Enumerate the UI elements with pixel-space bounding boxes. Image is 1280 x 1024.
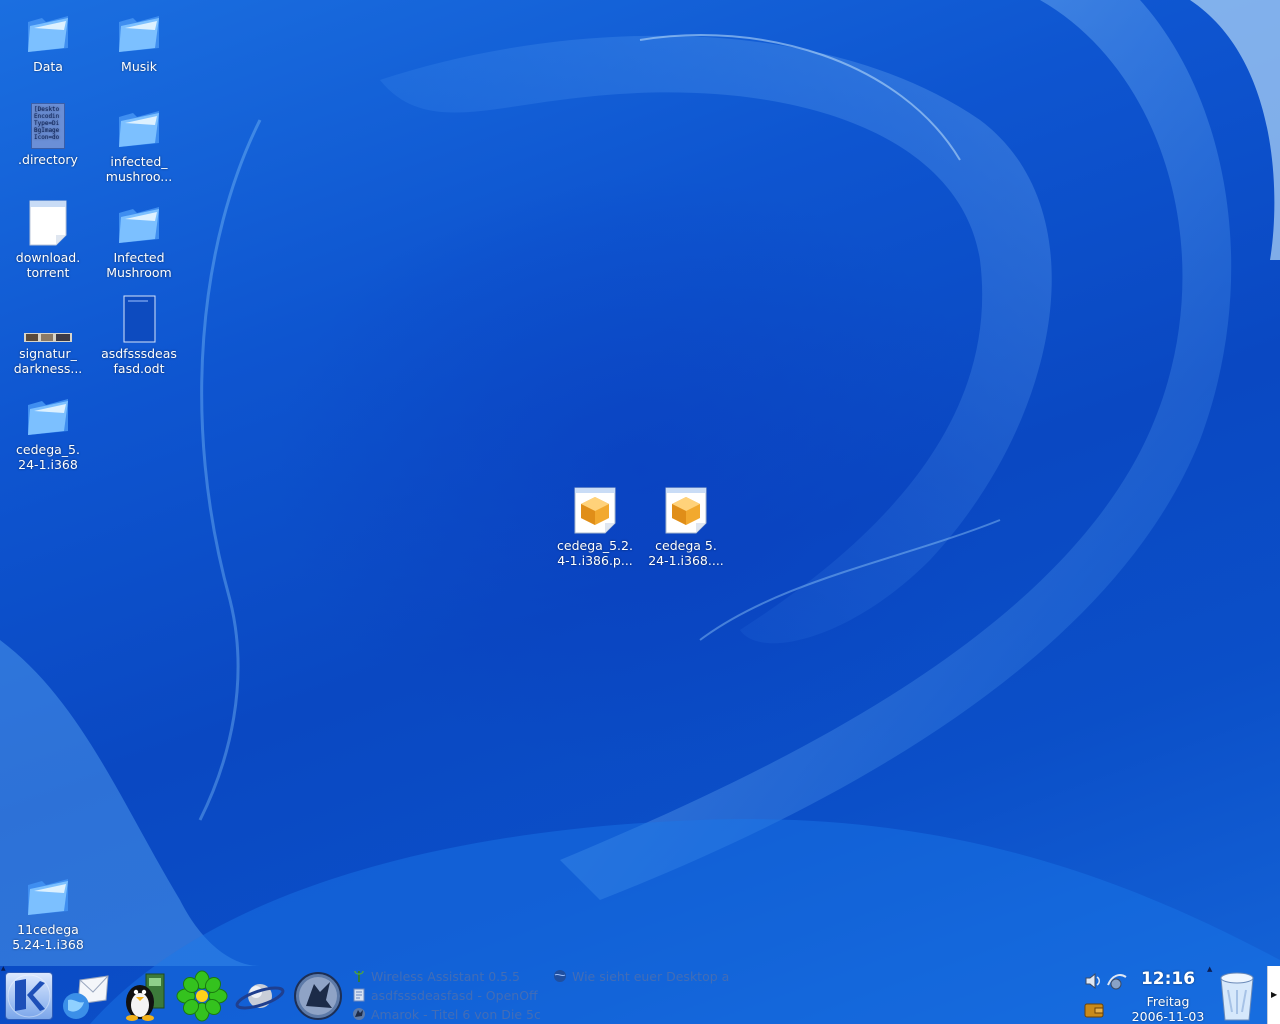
folder-icon <box>28 399 68 435</box>
globe-icon <box>554 970 566 982</box>
package-icon <box>574 487 616 534</box>
folder-icon <box>28 879 68 915</box>
task-label: asdfsssdeasfasd - OpenOff <box>371 988 538 1003</box>
desktop-icon-cedega-package-2[interactable]: cedega 5. 24-1.i368.... <box>640 487 732 568</box>
desktop-icon-label: cedega_5.2. 4-1.i386.p... <box>557 538 633 568</box>
network-icon[interactable] <box>1106 971 1128 991</box>
desktop-icon-download-torrent[interactable]: download. torrent <box>2 199 94 280</box>
folder-icon <box>119 16 159 52</box>
kde-menu-button[interactable] <box>5 972 53 1020</box>
image-thumbnail-icon <box>24 333 72 342</box>
desktop-icon-directory[interactable]: [Deskto Encodin Type=Di BgImage Icon=do … <box>2 103 94 167</box>
desktop-icon-label: 11cedega 5.24-1.i368 <box>12 922 84 952</box>
icq-flower-icon <box>176 970 228 1022</box>
folder-icon <box>119 207 159 243</box>
mail-browser-launcher[interactable] <box>60 970 112 1022</box>
clock-time[interactable]: 12:16 <box>1130 969 1206 989</box>
desktop-icon-label: cedega 5. 24-1.i368.... <box>648 538 724 568</box>
desktop-icon-signatur[interactable]: signatur_ darkness... <box>2 295 94 376</box>
task-wireless-assistant[interactable]: Wireless Assistant 0.5.5 <box>352 969 548 985</box>
blank-file-icon <box>29 200 67 246</box>
desktop-icon-11cedega[interactable]: 11cedega 5.24-1.i368 <box>2 871 94 952</box>
writer-icon <box>353 988 365 1002</box>
document-icon <box>123 295 156 343</box>
linux-penguin-icon <box>126 973 165 1021</box>
desktop-icon-asdfsssdeasfasd-odt[interactable]: asdfsssdeas fasd.odt <box>93 295 185 376</box>
desktop[interactable]: Data Musik [Deskto Encodin Type=Di BgIma… <box>0 0 1280 1024</box>
task-desktop-thread[interactable]: Wie sieht euer Desktop a <box>553 969 741 985</box>
desktop-icon-cedega-folder[interactable]: cedega_5. 24-1.i368 <box>2 391 94 472</box>
linux-app-launcher[interactable] <box>118 970 170 1022</box>
panel-scroll-right[interactable]: ▶ <box>1267 966 1280 1024</box>
wallet-icon[interactable] <box>1083 1001 1105 1019</box>
amarok-icon <box>353 1008 365 1020</box>
clock-date: 2006-11-03 <box>1131 1009 1205 1024</box>
mail-browser-icon <box>63 975 109 1019</box>
folder-icon <box>119 111 159 147</box>
desktop-icon-label: infected_ mushroo... <box>105 154 173 184</box>
planet-browser-icon <box>235 984 285 1010</box>
taskbar: ▲ Wireless Assistant 0.5.5 Wie sieht eue… <box>0 966 1280 1024</box>
desktop-icon-label: Data <box>33 59 63 74</box>
folder-icon <box>28 16 68 52</box>
panel-hide-arrow[interactable]: ▲ <box>1 966 7 972</box>
desktop-icon-label: signatur_ darkness... <box>13 346 83 376</box>
task-label: Wireless Assistant 0.5.5 <box>371 969 520 984</box>
clock-day: Freitag <box>1146 994 1190 1009</box>
amarok-launcher[interactable] <box>292 970 344 1022</box>
desktop-icon-musik[interactable]: Musik <box>93 8 185 74</box>
desktop-icon-label: Musik <box>121 59 157 74</box>
desktop-icon-data[interactable]: Data <box>2 8 94 74</box>
speaker-icon[interactable] <box>1083 971 1103 991</box>
desktop-icon-label: Infected Mushroom <box>106 250 172 280</box>
task-label: Amarok - Titel 6 von Die 5c <box>371 1007 540 1022</box>
icq-launcher[interactable] <box>176 970 228 1022</box>
desktop-icon-label: download. torrent <box>15 250 81 280</box>
antenna-icon <box>354 970 364 982</box>
kde-menu-icon <box>7 974 51 1018</box>
tray-expand-arrow[interactable]: ▲ <box>1207 966 1215 973</box>
trash-icon[interactable] <box>1218 970 1256 1022</box>
desktop-icon-cedega-package-1[interactable]: cedega_5.2. 4-1.i386.p... <box>549 487 641 568</box>
task-openoffice-writer[interactable]: asdfsssdeasfasd - OpenOff <box>352 988 540 1004</box>
package-icon <box>665 487 707 534</box>
amarok-wolf-icon <box>294 972 342 1020</box>
task-amarok[interactable]: Amarok - Titel 6 von Die 5c <box>352 1007 540 1023</box>
chevron-right-icon: ▶ <box>1271 990 1278 999</box>
desktop-icon-label: cedega_5. 24-1.i368 <box>16 442 80 472</box>
desktop-icon-infected-mushroom[interactable]: Infected Mushroom <box>93 199 185 280</box>
desktop-icon-label: asdfsssdeas fasd.odt <box>101 346 177 376</box>
text-file-icon: [Deskto Encodin Type=Di BgImage Icon=do <box>31 103 65 149</box>
task-label: Wie sieht euer Desktop a <box>572 969 730 984</box>
desktop-icon-infected-mushroo[interactable]: infected_ mushroo... <box>93 103 185 184</box>
planet-browser-launcher[interactable] <box>234 970 286 1022</box>
desktop-icon-label: .directory <box>18 152 78 167</box>
